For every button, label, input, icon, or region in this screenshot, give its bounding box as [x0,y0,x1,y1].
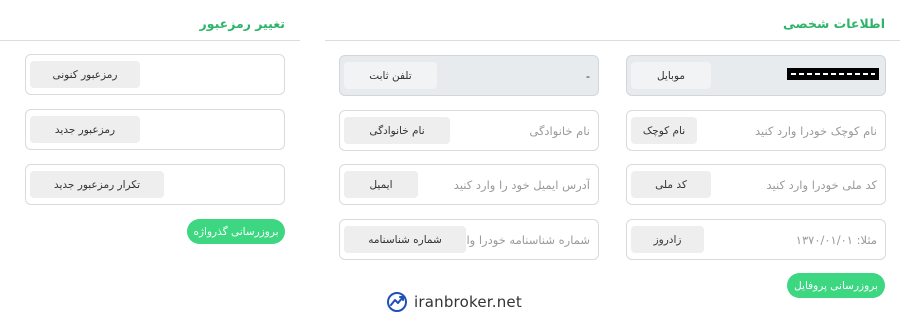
update-password-button[interactable]: بروزرسانی گذرواژه [187,219,285,244]
watermark-logo: iranbroker.net [386,290,526,314]
update-profile-button[interactable]: بروزرسانی پروفایل [787,273,885,298]
current-password-field[interactable]: رمزعبور کنونی [25,54,285,95]
birthday-placeholder: مثلا: ۱۳۷۰/۰۱/۰۱ [795,232,877,247]
trend-chart-icon [386,291,408,313]
mobile-value-redacted [787,68,879,80]
last-name-field[interactable]: نام خانوادگی نام خانوادگی [339,110,599,151]
last-name-placeholder: نام خانوادگی [529,123,590,138]
current-password-label: رمزعبور کنونی [30,61,140,88]
first-name-placeholder: نام کوچک خودرا وارد کنید [754,123,877,138]
repeat-password-field[interactable]: تکرار رمزعبور جدید [25,164,285,205]
watermark-text: iranbroker.net [414,293,522,311]
national-code-field[interactable]: کد ملی کد ملی خودرا وارد کنید [626,164,886,205]
id-number-label: شماره شناسنامه [344,226,466,253]
national-code-placeholder: کد ملی خودرا وارد کنید [766,177,877,192]
email-label: ایمیل [344,171,418,198]
id-number-placeholder: شماره شناسنامه خودرا وارد کنید [458,232,590,247]
email-placeholder: آدرس ایمیل خود را وارد کنید [453,177,590,192]
password-section-title: تغییر رمزعبور [199,16,285,31]
phone-value: - [585,68,590,83]
first-name-field[interactable]: نام کوچک نام کوچک خودرا وارد کنید [626,110,886,151]
mobile-field: موبایل [626,55,886,96]
birthday-label: زادروز [631,226,704,253]
mobile-label: موبایل [631,62,711,89]
new-password-label: رمزعبور جدید [30,116,140,143]
phone-field: تلفن ثابت - [339,55,599,96]
last-name-label: نام خانوادگی [344,117,450,144]
personal-section-divider [325,40,900,41]
first-name-label: نام کوچک [631,117,697,144]
repeat-password-label: تکرار رمزعبور جدید [30,171,164,198]
birthday-field[interactable]: زادروز مثلا: ۱۳۷۰/۰۱/۰۱ [626,219,886,260]
phone-label: تلفن ثابت [344,62,437,89]
new-password-field[interactable]: رمزعبور جدید [25,109,285,150]
id-number-field[interactable]: شماره شناسنامه خودرا وارد کنید شماره شنا… [339,219,599,260]
national-code-label: کد ملی [631,171,711,198]
personal-section-title: اطلاعات شخصی [783,16,885,31]
password-section-divider [0,40,300,41]
email-field[interactable]: ایمیل آدرس ایمیل خود را وارد کنید [339,164,599,205]
